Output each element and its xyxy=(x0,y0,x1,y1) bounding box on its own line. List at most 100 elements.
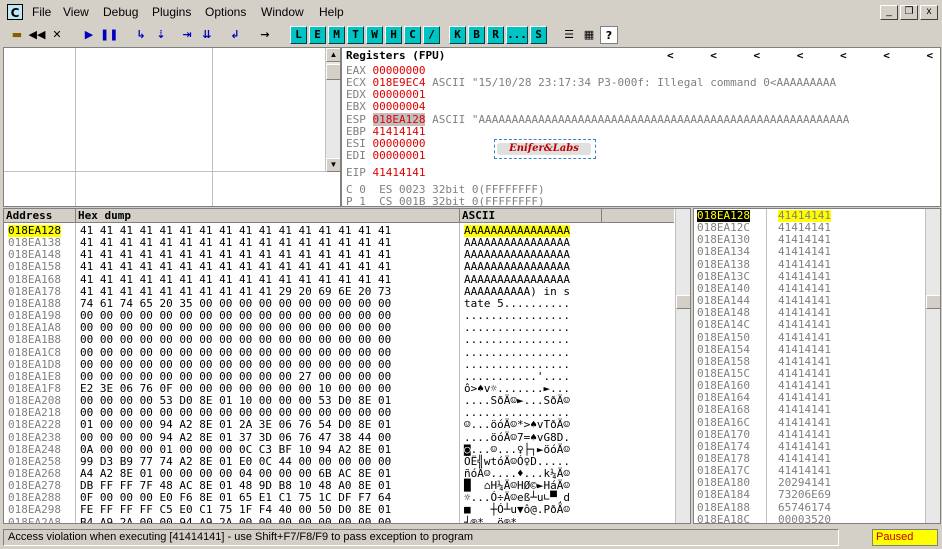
step-over-icon[interactable]: ⇣ xyxy=(152,26,170,44)
dump-hex: 41 41 41 41 41 41 41 41 41 41 41 41 41 4… xyxy=(80,260,392,274)
step-into-icon[interactable]: ↳ xyxy=(132,26,150,44)
menu-plugins[interactable]: Plugins xyxy=(152,5,191,19)
scroll-up-icon[interactable]: ▲ xyxy=(326,48,340,62)
dump-scrollbar[interactable] xyxy=(675,209,690,523)
execute-till-return-icon[interactable]: ↲ xyxy=(226,26,244,44)
stack-address: 018EA154 xyxy=(697,342,750,356)
registers-title: Registers (FPU) xyxy=(346,49,446,62)
address-column-header[interactable]: Address xyxy=(4,209,76,223)
goto-icon[interactable]: → xyxy=(256,26,274,44)
source-button[interactable]: S xyxy=(530,26,547,44)
trace-over-icon[interactable]: ⇊ xyxy=(198,26,216,44)
dump-address: 018EA1D8 xyxy=(8,357,61,371)
flag-row: P 1 CS 001B 32bit 0(FFFFFFFF) xyxy=(346,195,545,207)
memory-map-button[interactable]: M xyxy=(328,26,345,44)
run-icon[interactable]: ▶ xyxy=(80,26,98,44)
register-name: EBX xyxy=(346,100,366,114)
help-button[interactable]: ? xyxy=(600,26,618,44)
modules-button[interactable]: E xyxy=(309,26,326,44)
disassembly-scrollbar[interactable]: ▲ ▼ xyxy=(325,48,340,172)
dump-ascii: AAAAAAAAAAAAAAAA xyxy=(464,272,570,286)
stack-address: 018EA18C xyxy=(697,512,750,524)
dump-ascii: AAAAAAAAAAAAAAAA xyxy=(464,260,570,274)
arrow-icon: < xyxy=(883,49,890,62)
scroll-thumb[interactable] xyxy=(926,295,940,309)
menu-bar: C File View Debug Plugins Options Window… xyxy=(0,0,942,24)
references-button[interactable]: R xyxy=(487,26,504,44)
register-row[interactable]: EDI 00000001 xyxy=(346,149,432,163)
register-comment: ASCII "AAAAAAAAAAAAAAAAAAAAAAAAAAAAAAAAA… xyxy=(432,112,850,126)
cpu-button[interactable]: C xyxy=(404,26,421,44)
disassembly-pane[interactable]: ▲ ▼ xyxy=(3,47,341,207)
menu-window[interactable]: Window xyxy=(261,5,304,19)
open-icon[interactable]: ▬ xyxy=(8,26,26,44)
close-button[interactable]: x xyxy=(920,5,938,20)
arrow-icon: < xyxy=(796,49,804,62)
register-value: 018E9EC4 xyxy=(372,76,426,90)
stack-value: 41414141 xyxy=(778,342,831,356)
menu-help[interactable]: Help xyxy=(319,5,344,19)
dump-pane[interactable]: Address Hex dump ASCII 018EA128 41 41 41 … xyxy=(3,208,691,524)
windows-button[interactable]: W xyxy=(366,26,383,44)
dump-address: 018EA228 xyxy=(8,418,61,432)
handles-button[interactable]: H xyxy=(385,26,402,44)
ascii-column-header[interactable]: ASCII xyxy=(460,209,602,223)
dump-ascii: ................ xyxy=(464,357,570,371)
threads-button[interactable]: T xyxy=(347,26,364,44)
arrow-icon: < xyxy=(753,49,761,62)
menu-file[interactable]: File xyxy=(32,5,51,19)
trace-into-icon[interactable]: ⇥ xyxy=(178,26,196,44)
stack-value: 65746174 xyxy=(778,500,831,514)
scroll-down-icon[interactable]: ▼ xyxy=(326,158,340,172)
stack-value: 73206E69 xyxy=(778,488,831,502)
dump-ascii: ┤®*..ö®*........ xyxy=(464,515,570,524)
minimize-button[interactable]: _ xyxy=(880,5,898,20)
run-trace-button[interactable]: ... xyxy=(506,26,528,44)
rewind-icon[interactable]: ◀◀ xyxy=(28,26,46,44)
toolbar: ▬ ◀◀ ✕ ▶ ❚❚ ↳ ⇣ ⇥ ⇊ ↲ → L E M T W H C / … xyxy=(0,24,942,46)
dump-hex: 00 00 00 00 00 00 00 00 00 00 00 00 00 0… xyxy=(80,357,392,371)
call-stack-button[interactable]: K xyxy=(449,26,466,44)
registers-pane[interactable]: Registers (FPU) < < < < < < < EAX 000000… xyxy=(341,47,941,207)
dump-hex: 00 00 00 00 94 A2 8E 01 37 3D 06 76 47 3… xyxy=(80,430,392,444)
arrow-icon: < xyxy=(840,49,847,62)
close-program-icon[interactable]: ✕ xyxy=(48,26,66,44)
arrow-icon: < xyxy=(710,49,717,62)
register-name: EDI xyxy=(346,149,366,163)
stack-value: 41414141 xyxy=(778,318,831,332)
dump-address: 018EA238 xyxy=(8,430,61,444)
dump-address: 018EA1B8 xyxy=(8,333,61,347)
eip-row[interactable]: EIP 41414141 xyxy=(346,166,425,179)
breakpoints-button[interactable]: B xyxy=(468,26,485,44)
dump-hex: 41 41 41 41 41 41 41 41 41 41 41 41 41 4… xyxy=(80,272,392,286)
stack-pane[interactable]: 018EA128 41414141 018EA12C 41414141 018EA130… xyxy=(693,208,941,524)
hex-column-header[interactable]: Hex dump xyxy=(76,209,460,223)
stack-address: 018EA150 xyxy=(697,330,750,344)
stack-scrollbar[interactable] xyxy=(925,209,940,523)
patches-button[interactable]: / xyxy=(423,26,440,44)
register-value: 00000004 xyxy=(372,100,426,114)
pause-icon[interactable]: ❚❚ xyxy=(100,26,118,44)
restore-button[interactable]: ❐ xyxy=(900,5,918,20)
scroll-thumb[interactable] xyxy=(326,64,340,80)
scroll-thumb[interactable] xyxy=(676,295,690,309)
stack-address: 018EA168 xyxy=(697,403,750,417)
dump-hex: FE FF FF FF C5 E0 C1 75 1F F4 40 00 50 D… xyxy=(80,503,392,517)
menu-options[interactable]: Options xyxy=(205,5,246,19)
menu-debug[interactable]: Debug xyxy=(103,5,138,19)
menu-view[interactable]: View xyxy=(63,5,89,19)
register-view-arrows[interactable]: < < < < < < < xyxy=(667,49,933,62)
options-icon[interactable]: ▦ xyxy=(580,26,598,44)
dump-hex: 00 00 00 00 00 00 00 00 00 00 00 00 00 0… xyxy=(80,333,392,347)
stack-address: 018EA184 xyxy=(697,488,750,502)
register-value: 00000001 xyxy=(372,88,426,102)
dump-hex: B4 A9 2A 00 00 94 A9 2A 00 00 00 00 00 0… xyxy=(80,515,392,524)
register-value: 00000001 xyxy=(372,149,426,163)
list-icon[interactable]: ☰ xyxy=(560,26,578,44)
log-window-button[interactable]: L xyxy=(290,26,307,44)
dump-ascii: ☺...öóÄ☺*>♠vTðÄ☺ xyxy=(464,418,570,432)
watermark-logo: Enifer&Labs xyxy=(494,139,596,159)
stack-address: 018EA188 xyxy=(697,500,750,514)
dump-address: 018EA1C8 xyxy=(8,345,61,359)
arrow-icon: < xyxy=(667,49,674,62)
